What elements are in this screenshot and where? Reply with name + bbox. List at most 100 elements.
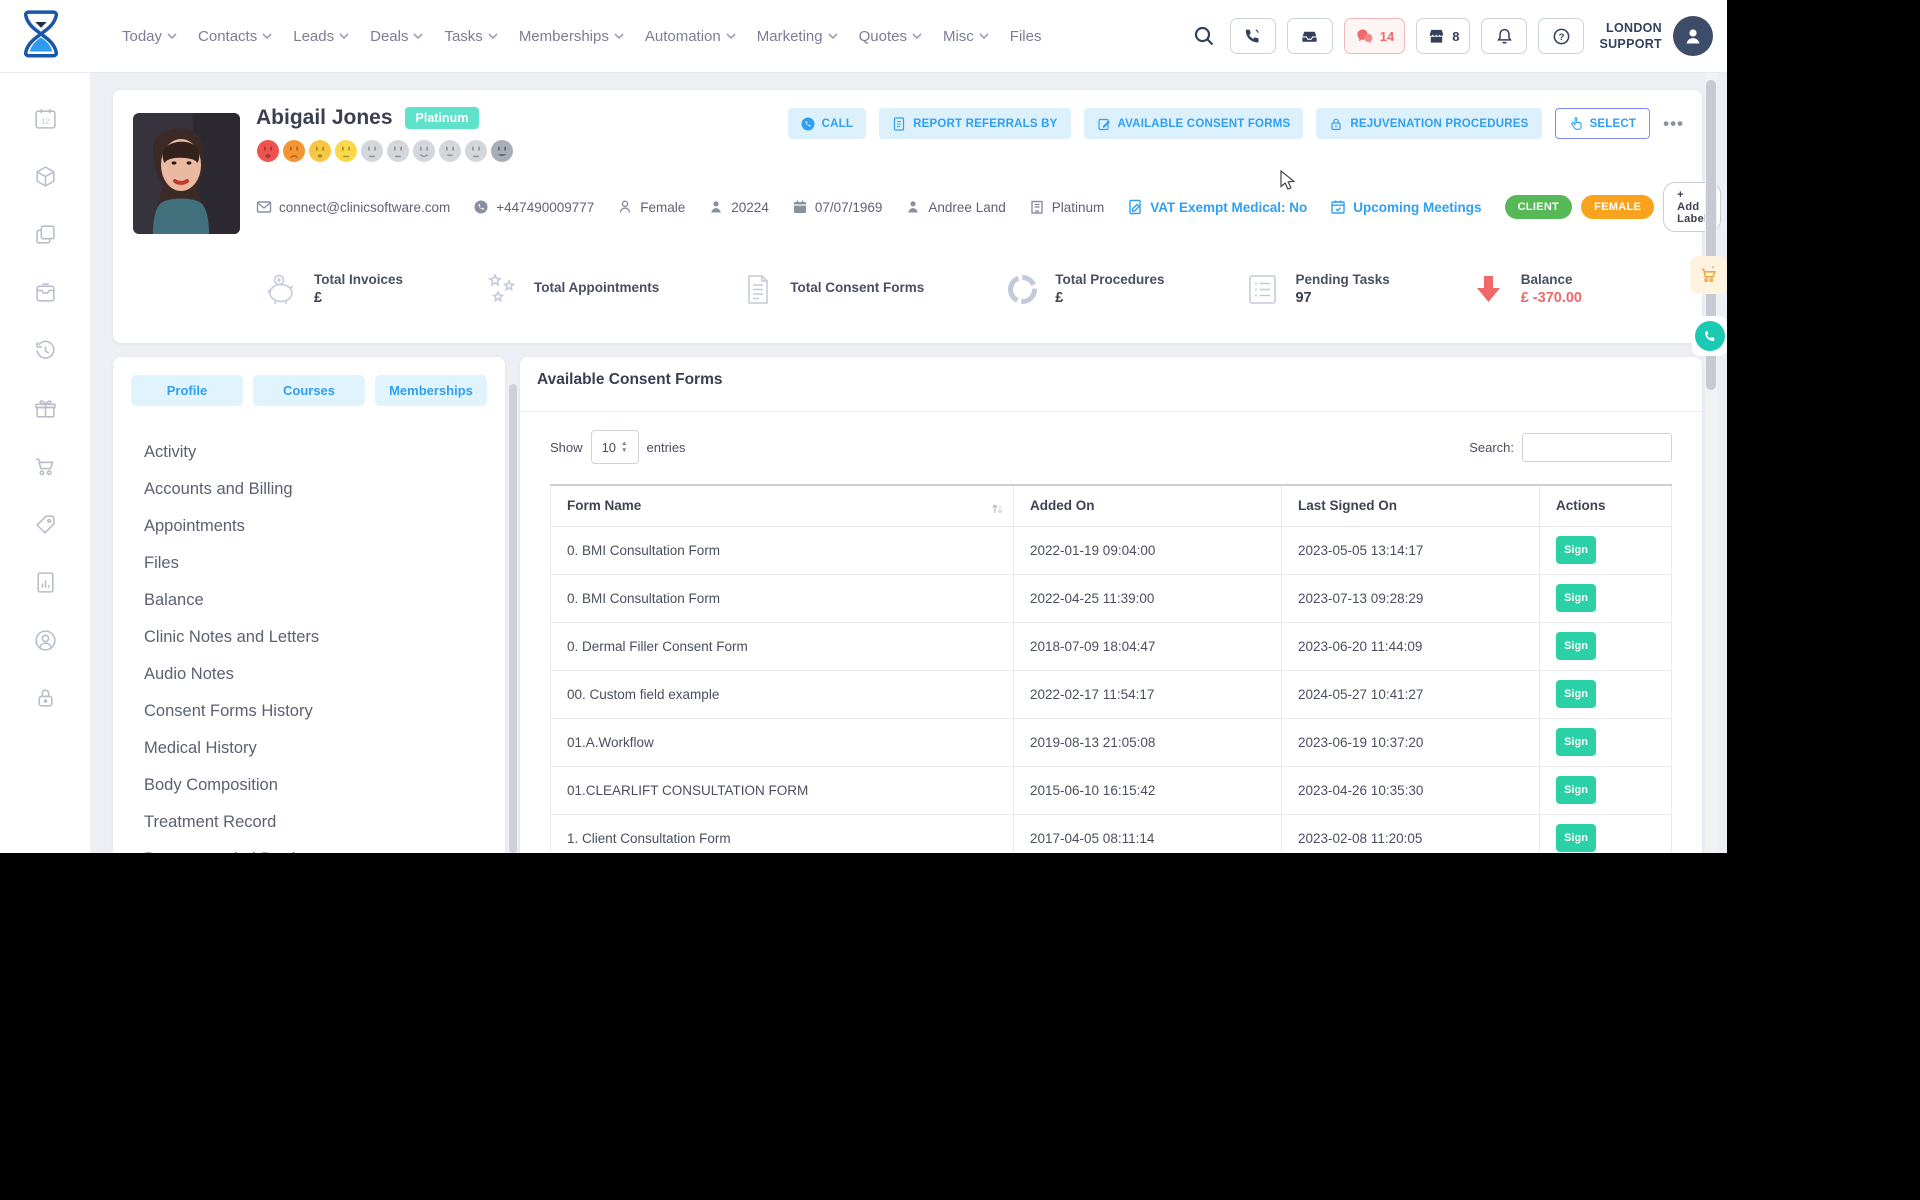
shop-button[interactable]: 8 xyxy=(1416,18,1471,54)
menu-item-consent-forms-history[interactable]: Consent Forms History xyxy=(131,693,487,730)
floating-phone-button[interactable] xyxy=(1692,316,1727,356)
sign-button[interactable]: Sign xyxy=(1556,776,1596,804)
sign-button[interactable]: Sign xyxy=(1556,584,1596,612)
select-button[interactable]: SELECT xyxy=(1554,108,1651,139)
client-stats-row: Total Invoices £ Total Appointments Total… xyxy=(263,258,1582,320)
cell-form-name: 1. Client Consultation Form xyxy=(550,813,1014,853)
floating-cart-button[interactable] xyxy=(1690,256,1727,294)
menu-item-body-composition[interactable]: Body Composition xyxy=(131,767,487,804)
nav-label: Deals xyxy=(370,27,409,45)
nav-item-leads[interactable]: Leads xyxy=(293,28,349,45)
column-actions[interactable]: Actions xyxy=(1539,484,1672,527)
available-consent-forms-button[interactable]: AVAILABLE CONSENT FORMS xyxy=(1083,108,1304,139)
client-labels: CLIENT FEMALE + Add Label xyxy=(1504,182,1727,232)
sign-button[interactable]: Sign xyxy=(1556,632,1596,660)
mood-face-icon[interactable] xyxy=(282,139,306,163)
chat-bubbles-icon xyxy=(1357,28,1373,43)
tab-profile[interactable]: Profile xyxy=(131,375,243,406)
lock-icon[interactable] xyxy=(33,686,58,711)
user-avatar[interactable] xyxy=(1673,16,1713,56)
nav-item-marketing[interactable]: Marketing xyxy=(757,28,838,45)
cart-icon[interactable] xyxy=(33,454,58,479)
mood-face-icon[interactable] xyxy=(412,139,436,163)
search-input[interactable] xyxy=(1522,432,1672,462)
mood-face-icon[interactable] xyxy=(386,139,410,163)
chart-report-icon[interactable] xyxy=(33,570,58,595)
menu-item-files[interactable]: Files xyxy=(131,545,487,582)
menu-item-activity[interactable]: Activity xyxy=(131,434,487,471)
cell-added-on: 2019-08-13 21:05:08 xyxy=(1013,717,1282,767)
help-button[interactable]: ? xyxy=(1538,18,1585,54)
vat-exempt-link[interactable]: VAT Exempt Medical: No xyxy=(1127,199,1307,215)
calendar-icon[interactable]: 12 xyxy=(33,106,58,131)
client-email[interactable]: connect@clinicsoftware.com xyxy=(256,199,450,215)
upcoming-meetings-link[interactable]: Upcoming Meetings xyxy=(1330,199,1482,215)
nav-item-misc[interactable]: Misc xyxy=(943,28,989,45)
clinicsoftware-logo-icon[interactable] xyxy=(16,8,66,64)
menu-item-accounts-billing[interactable]: Accounts and Billing xyxy=(131,471,487,508)
mood-face-icon[interactable] xyxy=(334,139,358,163)
copy-icon[interactable] xyxy=(33,222,58,247)
nav-item-memberships[interactable]: Memberships xyxy=(519,28,624,45)
entries-label: entries xyxy=(646,439,686,455)
nav-item-tasks[interactable]: Tasks xyxy=(444,28,498,45)
rejuvenation-procedures-button[interactable]: REJUVENATION PROCEDURES xyxy=(1316,108,1542,139)
inbox-button[interactable] xyxy=(1286,18,1333,54)
gift-icon[interactable] xyxy=(33,396,58,421)
client-phone[interactable]: +447490009777 xyxy=(473,199,594,215)
sort-icon xyxy=(992,504,1003,513)
client-id: 20224 xyxy=(708,199,769,215)
notifications-button[interactable] xyxy=(1481,18,1528,54)
nav-item-files[interactable]: Files xyxy=(1010,28,1042,45)
menu-item-recommended-products[interactable]: Recommended Products xyxy=(131,841,487,853)
sign-button[interactable]: Sign xyxy=(1556,680,1596,708)
tab-memberships[interactable]: Memberships xyxy=(375,375,487,406)
call-button[interactable]: CALL xyxy=(787,108,867,139)
search-icon[interactable] xyxy=(1193,25,1215,47)
cell-form-name: 0. BMI Consultation Form xyxy=(550,573,1014,623)
column-last-signed-on[interactable]: Last Signed On xyxy=(1281,484,1540,527)
menu-item-audio-notes[interactable]: Audio Notes xyxy=(131,656,487,693)
column-form-name[interactable]: Form Name xyxy=(550,484,1014,527)
mood-face-icon[interactable] xyxy=(360,139,384,163)
cell-form-name: 01.CLEARLIFT CONSULTATION FORM xyxy=(550,765,1014,815)
menu-item-balance[interactable]: Balance xyxy=(131,582,487,619)
sign-button[interactable]: Sign xyxy=(1556,824,1596,852)
chat-button[interactable]: 14 xyxy=(1343,18,1406,54)
mood-face-icon[interactable] xyxy=(490,139,514,163)
chevron-down-icon xyxy=(262,33,272,39)
menu-item-medical-history[interactable]: Medical History xyxy=(131,730,487,767)
nav-item-automation[interactable]: Automation xyxy=(645,28,736,45)
page-size-select[interactable]: 10 ▲ ▼ xyxy=(590,430,639,464)
menu-item-appointments[interactable]: Appointments xyxy=(131,508,487,545)
more-actions-button[interactable]: ••• xyxy=(1663,114,1684,134)
tray-archive-icon[interactable] xyxy=(33,280,58,305)
tab-courses[interactable]: Courses xyxy=(253,375,365,406)
report-referrals-button[interactable]: REPORT REFERRALS BY xyxy=(879,108,1071,139)
donut-chart-icon xyxy=(1008,274,1038,304)
panel-scrollbar[interactable] xyxy=(509,384,517,853)
menu-item-clinic-notes[interactable]: Clinic Notes and Letters xyxy=(131,619,487,656)
history-icon[interactable] xyxy=(33,338,58,363)
nav-item-today[interactable]: Today xyxy=(122,28,177,45)
sign-button[interactable]: Sign xyxy=(1556,536,1596,564)
mood-face-icon[interactable] xyxy=(308,139,332,163)
menu-item-treatment-record[interactable]: Treatment Record xyxy=(131,804,487,841)
location-line2: SUPPORT xyxy=(1599,37,1662,51)
mood-face-icon[interactable] xyxy=(438,139,462,163)
chevron-down-icon xyxy=(339,33,349,39)
nav-item-deals[interactable]: Deals xyxy=(370,27,424,45)
sign-button[interactable]: Sign xyxy=(1556,728,1596,756)
cell-added-on: 2022-01-19 09:04:00 xyxy=(1013,525,1282,575)
cube-icon[interactable] xyxy=(33,164,58,189)
dialer-button[interactable] xyxy=(1229,18,1276,54)
tag-icon[interactable] xyxy=(33,512,58,537)
column-added-on[interactable]: Added On xyxy=(1013,484,1282,527)
nav-item-quotes[interactable]: Quotes xyxy=(859,28,922,45)
user-circle-icon[interactable] xyxy=(33,628,58,653)
divider xyxy=(520,411,1702,412)
nav-item-contacts[interactable]: Contacts xyxy=(198,28,272,45)
client-photo[interactable] xyxy=(133,113,240,234)
mood-face-icon[interactable] xyxy=(464,139,488,163)
mood-face-icon[interactable] xyxy=(256,139,280,163)
